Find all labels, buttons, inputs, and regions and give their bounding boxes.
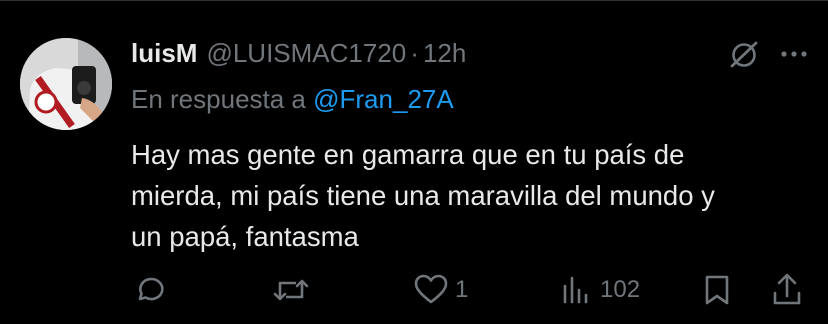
like-icon	[413, 272, 449, 308]
more-icon[interactable]	[780, 49, 808, 59]
tweet-text-line: un papá, fantasma	[131, 221, 359, 252]
bookmark-button[interactable]	[701, 270, 733, 310]
grok-icon[interactable]	[728, 38, 760, 70]
author-display-name[interactable]: luisM	[131, 38, 197, 69]
tweet-text-line: mierda, mi país tiene una maravilla del …	[131, 180, 715, 211]
author-handle[interactable]: @LUISMAC1720	[206, 38, 406, 69]
reply-mention-link[interactable]: @Fran_27A	[313, 84, 454, 114]
tweet-text-line: Hay mas gente en gamarra que en tu país …	[131, 139, 685, 170]
separator-dot: ·	[410, 37, 419, 68]
retweet-button[interactable]	[271, 270, 319, 310]
reply-button[interactable]	[131, 270, 175, 310]
like-button[interactable]: 1	[413, 270, 468, 310]
share-icon	[770, 272, 804, 308]
views-button[interactable]: 102	[560, 270, 640, 310]
like-count: 1	[455, 276, 469, 303]
views-icon	[560, 272, 592, 308]
tweet-text: Hay mas gente en gamarra que en tu país …	[131, 134, 801, 257]
action-bar: 1 102	[0, 270, 828, 310]
share-button[interactable]	[770, 270, 804, 310]
tweet-header: luisM @LUISMAC1720 · 12h	[131, 36, 466, 70]
reply-icon	[131, 272, 167, 308]
tweet-timestamp[interactable]: 12h	[423, 38, 466, 69]
avatar[interactable]	[20, 38, 112, 130]
reply-context: En respuesta a @Fran_27A	[131, 84, 454, 115]
bookmark-icon	[701, 272, 733, 308]
top-divider	[0, 0, 828, 1]
reply-prefix: En respuesta a	[131, 84, 306, 114]
views-count: 102	[600, 276, 641, 303]
header-actions	[728, 38, 808, 70]
retweet-icon	[271, 272, 311, 308]
